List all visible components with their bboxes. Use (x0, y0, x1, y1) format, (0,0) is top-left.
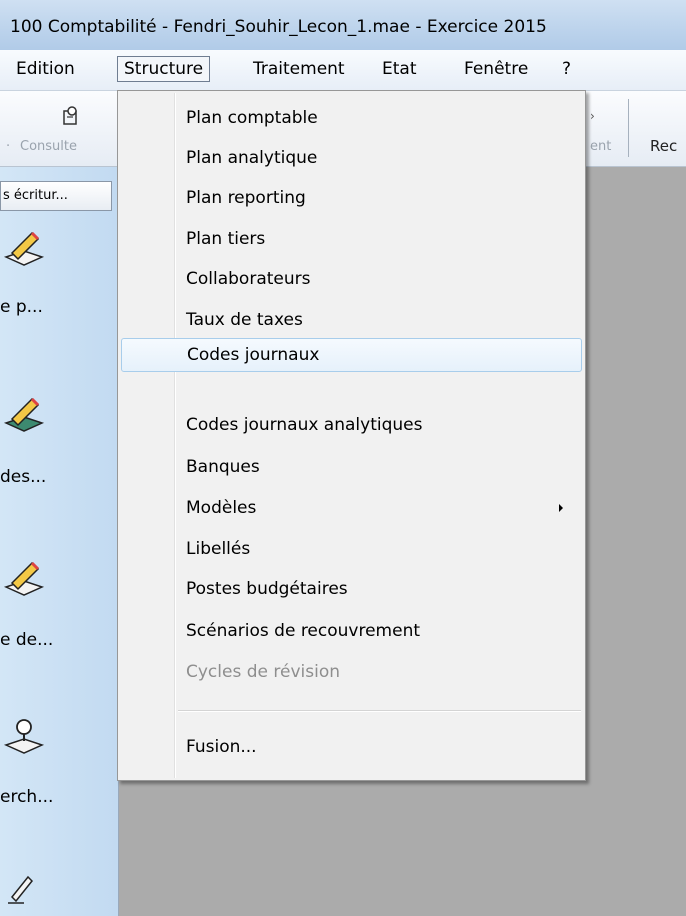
title-bar: 100 Comptabilité - Fendri_Souhir_Lecon_1… (0, 0, 686, 50)
menu-item-banques[interactable]: Banques (118, 450, 585, 484)
pencil-doc-icon[interactable] (2, 229, 46, 269)
menu-item-codes-journaux[interactable]: Codes journaux (121, 338, 582, 372)
consult-button-label[interactable]: Consulte (20, 139, 77, 154)
shortcut-panel: s écritur... e p... des... e de... erch.… (0, 167, 119, 916)
window-title: 100 Comptabilité - Fendri_Souhir_Lecon_1… (10, 17, 547, 37)
menu-help[interactable]: ? (556, 56, 577, 82)
menu-item-cycles-de-revision: Cycles de révision (186, 662, 340, 682)
toolbar-dot: · (6, 139, 11, 154)
toolbar-partial-icon: › (590, 109, 595, 123)
menu-item-plan-analytique[interactable]: Plan analytique (118, 141, 585, 175)
structure-dropdown-menu: Plan comptable Plan analytique Plan repo… (117, 90, 586, 781)
menu-item-libelles[interactable]: Libellés (118, 532, 585, 566)
menu-item-codes-journaux-analytiques[interactable]: Codes journaux analytiques (118, 408, 585, 442)
menu-separator (178, 710, 581, 712)
menu-edition[interactable]: Edition (10, 56, 81, 82)
menu-structure[interactable]: Structure (117, 56, 211, 82)
shortcut-label[interactable]: erch... (0, 787, 53, 807)
menu-traitement[interactable]: Traitement (247, 56, 351, 82)
shortcut-label[interactable]: e de... (0, 630, 53, 650)
menu-item-modeles[interactable]: Modèles (118, 491, 585, 525)
menu-item-postes-budgetaires[interactable]: Postes budgétaires (118, 572, 585, 606)
menu-etat[interactable]: Etat (376, 56, 423, 82)
toolbar-right-label[interactable]: Rec (650, 137, 677, 155)
menu-item-fusion[interactable]: Fusion... (118, 730, 585, 764)
menu-bar: Edition Structure Traitement Etat Fenêtr… (0, 50, 686, 91)
shortcut-label[interactable]: e p... (0, 297, 43, 317)
pencil-doc-icon[interactable] (2, 867, 46, 907)
menu-item-scenarios-de-recouvrement[interactable]: Scénarios de recouvrement (118, 614, 585, 648)
shortcut-tab[interactable]: s écritur... (0, 181, 112, 211)
menu-fenetre[interactable]: Fenêtre (458, 56, 534, 82)
menu-item-collaborateurs[interactable]: Collaborateurs (118, 262, 585, 296)
consult-icon[interactable] (60, 105, 82, 127)
menu-item-plan-comptable[interactable]: Plan comptable (118, 101, 585, 135)
menu-item-label: Modèles (186, 498, 257, 518)
search-doc-icon[interactable] (2, 717, 46, 757)
pencil-stamp-icon[interactable] (2, 395, 46, 435)
pencil-doc-icon[interactable] (2, 559, 46, 599)
submenu-arrow-icon (559, 504, 563, 512)
workspace-area[interactable] (586, 167, 686, 916)
menu-item-plan-reporting[interactable]: Plan reporting (118, 181, 585, 215)
menu-item-taux-de-taxes[interactable]: Taux de taxes (118, 303, 585, 337)
toolbar-separator (628, 99, 629, 157)
toolbar-partial-label[interactable]: ent (590, 139, 611, 154)
menu-item-plan-tiers[interactable]: Plan tiers (118, 222, 585, 256)
shortcut-label[interactable]: des... (0, 467, 46, 487)
